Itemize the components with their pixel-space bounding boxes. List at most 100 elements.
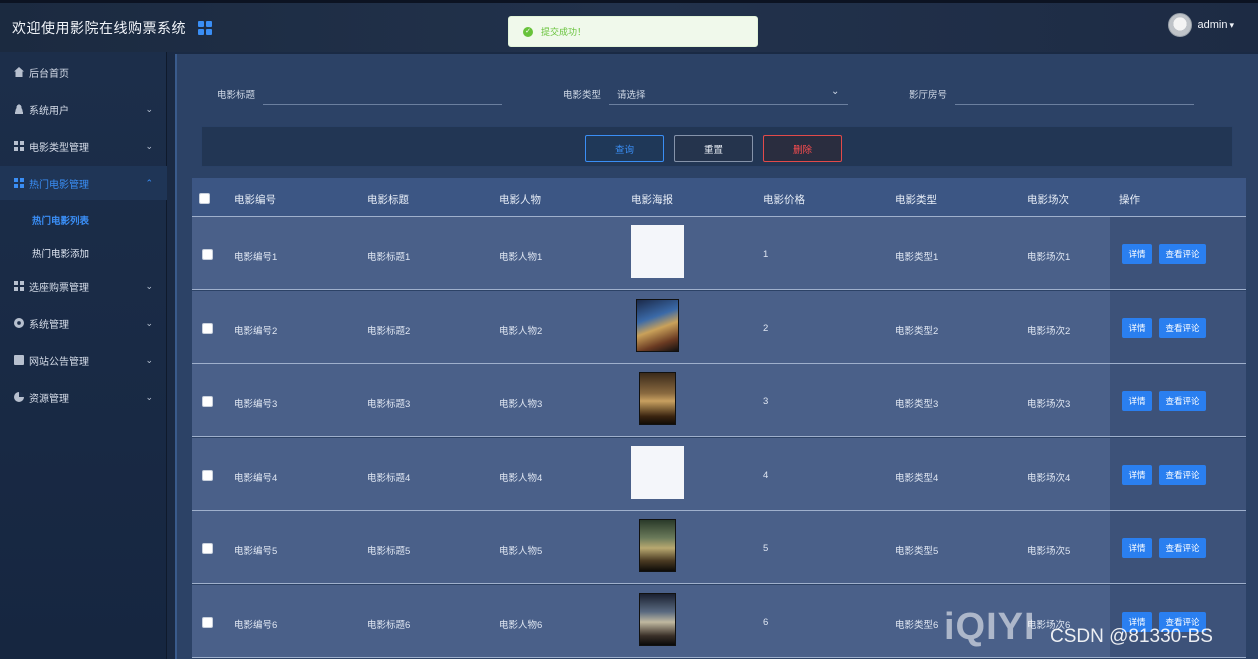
movie-type-cell: 电影类型1 <box>895 252 939 263</box>
movie-people-cell: 电影人物2 <box>499 325 543 337</box>
sidebar-subitem-hot-movie-add[interactable]: 热门电影添加 <box>32 246 89 260</box>
movie-type-cell: 电影类型6 <box>895 619 939 631</box>
chevron-down-icon[interactable]: ▾ <box>1229 20 1234 31</box>
sidebar-subitem-hot-movie-list[interactable]: 热门电影列表 <box>32 213 89 227</box>
sidebar-item-movie-types[interactable]: 电影类型管理 ⌄ <box>0 129 167 163</box>
sidebar-item-announcements[interactable]: 网站公告管理 ⌄ <box>0 343 167 377</box>
sidebar-item-label: 选座购票管理 <box>29 282 89 294</box>
row-checkbox[interactable] <box>202 396 213 407</box>
sidebar-item-home[interactable]: 后台首页 <box>0 55 167 89</box>
movie-title-cell: 电影标题6 <box>367 619 411 631</box>
app-title: 欢迎使用影院在线购票系统 <box>12 19 186 36</box>
movie-id-cell: 电影编号5 <box>234 546 278 557</box>
row-checkbox[interactable] <box>202 616 213 628</box>
view-comments-button[interactable]: 查看评论 <box>1159 317 1206 338</box>
grid-icon <box>14 178 24 188</box>
chevron-down-icon[interactable]: ⌄ <box>831 86 839 97</box>
movie-people-cell: 电影人物3 <box>499 399 543 410</box>
movie-people-cell: 电影人物6 <box>499 619 543 631</box>
view-comments-button[interactable]: 查看评论 <box>1159 538 1206 558</box>
row-checkbox[interactable] <box>202 469 213 481</box>
detail-button[interactable]: 详情 <box>1122 244 1152 264</box>
select-all-checkbox[interactable] <box>199 193 210 204</box>
movie-price-cell: 5 <box>763 543 769 554</box>
menu-toggle-icon[interactable] <box>198 20 212 35</box>
hall-label: 影厅房号 <box>909 90 948 101</box>
avatar[interactable] <box>1167 13 1192 37</box>
movie-poster <box>631 225 684 278</box>
row-checkbox[interactable] <box>202 249 213 260</box>
iqiyi-watermark: iQIYI <box>944 606 1036 648</box>
movie-title-cell: 电影标题1 <box>367 252 411 263</box>
row-checkbox[interactable] <box>202 543 213 554</box>
detail-button[interactable]: 详情 <box>1122 538 1152 558</box>
movie-id-cell: 电影编号6 <box>234 619 278 631</box>
movie-people-cell: 电影人物5 <box>499 546 543 557</box>
delete-button[interactable]: 删除 <box>763 135 842 162</box>
search-form: 电影标题 电影类型 请选择 ⌄ 影厅房号 <box>177 54 1258 124</box>
column-header: 电影人物 <box>499 194 541 206</box>
movie-poster <box>639 519 676 572</box>
row-checkbox[interactable] <box>202 322 213 334</box>
detail-button[interactable]: 详情 <box>1122 464 1152 485</box>
type-select-underline[interactable] <box>609 104 848 105</box>
movie-poster <box>639 372 676 425</box>
movie-price-cell: 1 <box>763 249 769 260</box>
action-bar: 查询 重置 删除 <box>201 126 1233 167</box>
detail-button[interactable]: 详情 <box>1122 391 1152 411</box>
type-select[interactable]: 请选择 <box>617 87 646 101</box>
table-row: 电影编号3 电影标题3 电影人物3 3 电影类型3 电影场次3 详情 查看评论 <box>192 364 1246 437</box>
movie-price-cell: 2 <box>763 322 769 334</box>
movie-poster <box>636 298 679 352</box>
chevron-down-icon: ⌄ <box>145 391 153 402</box>
column-header: 电影类型 <box>895 194 937 206</box>
user-menu[interactable]: admin ▾ <box>1167 13 1234 37</box>
movie-price-cell: 4 <box>763 469 769 481</box>
view-comments-button[interactable]: 查看评论 <box>1159 244 1206 264</box>
detail-button[interactable]: 详情 <box>1122 317 1152 338</box>
movie-people-cell: 电影人物4 <box>499 472 543 484</box>
title-input-underline[interactable] <box>263 104 502 105</box>
view-comments-button[interactable]: 查看评论 <box>1159 464 1206 485</box>
movie-title-cell: 电影标题2 <box>367 325 411 337</box>
table-row: 电影编号5 电影标题5 电影人物5 5 电影类型5 电影场次5 详情 查看评论 <box>192 511 1246 584</box>
movie-session-cell: 电影场次3 <box>1027 399 1071 410</box>
view-comments-button[interactable]: 查看评论 <box>1159 391 1206 411</box>
query-button[interactable]: 查询 <box>585 135 664 162</box>
sidebar-item-system-management[interactable]: 系统管理 ⌄ <box>0 306 167 340</box>
user-name[interactable]: admin <box>1198 19 1228 31</box>
table-row: 电影编号4 电影标题4 电影人物4 4 电影类型4 电影场次4 详情 查看评论 <box>192 437 1246 511</box>
sidebar-item-label: 资源管理 <box>29 393 69 405</box>
sidebar-item-seat-tickets[interactable]: 选座购票管理 ⌄ <box>0 269 167 303</box>
movie-title-cell: 电影标题4 <box>367 472 411 484</box>
column-header: 电影编号 <box>234 194 276 206</box>
home-icon <box>14 67 24 77</box>
sidebar-item-hot-movies[interactable]: 热门电影管理 ⌃ <box>0 166 167 200</box>
grid-icon <box>14 141 24 151</box>
reset-button[interactable]: 重置 <box>674 135 753 162</box>
movie-title-cell: 电影标题3 <box>367 399 411 410</box>
column-header: 电影价格 <box>763 194 805 206</box>
column-header: 电影海报 <box>631 194 673 206</box>
movie-table: 电影编号 电影标题 电影人物 电影海报 电影价格 电影类型 电影场次 操作 电影… <box>192 178 1246 659</box>
table-header: 电影编号 电影标题 电影人物 电影海报 电影价格 电影类型 电影场次 操作 <box>192 178 1246 217</box>
movie-session-cell: 电影场次1 <box>1027 252 1071 263</box>
movie-id-cell: 电影编号4 <box>234 472 278 484</box>
chevron-down-icon: ⌄ <box>145 280 153 291</box>
check-icon: ✓ <box>523 26 533 37</box>
chevron-down-icon: ⌄ <box>145 140 153 151</box>
movie-id-cell: 电影编号3 <box>234 399 278 410</box>
chevron-up-icon: ⌃ <box>145 177 153 188</box>
hall-input-underline[interactable] <box>955 104 1194 105</box>
sidebar-item-system-users[interactable]: 系统用户 ⌄ <box>0 92 167 126</box>
movie-id-cell: 电影编号1 <box>234 252 278 263</box>
table-row: 电影编号2 电影标题2 电影人物2 2 电影类型2 电影场次2 详情 查看评论 <box>192 290 1246 364</box>
sidebar-item-resources[interactable]: 资源管理 ⌄ <box>0 380 167 414</box>
movie-poster <box>631 445 684 499</box>
movie-poster <box>639 592 676 646</box>
sidebar: 后台首页 系统用户 ⌄ 电影类型管理 ⌄ 热门电影管理 ⌃ 热门电影列表 热门电… <box>0 52 167 659</box>
title-label: 电影标题 <box>217 90 256 101</box>
movie-type-cell: 电影类型3 <box>895 399 939 410</box>
column-header: 操作 <box>1119 194 1140 206</box>
table-row: 电影编号1 电影标题1 电影人物1 1 电影类型1 电影场次1 详情 查看评论 <box>192 217 1246 290</box>
